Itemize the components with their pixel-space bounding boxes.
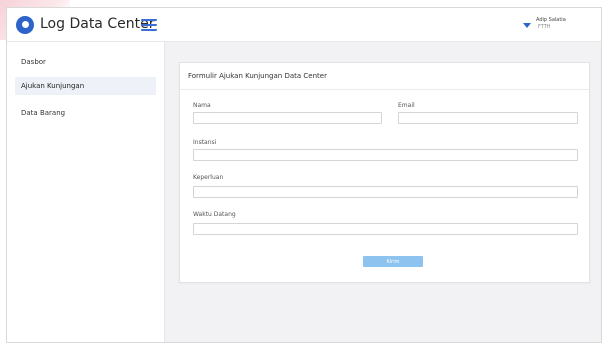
nama-label: Nama	[193, 102, 211, 109]
card-divider	[180, 89, 589, 90]
sidebar-item-data-barang[interactable]: Data Barang	[15, 104, 156, 122]
submit-button[interactable]: Kirim	[363, 256, 423, 267]
app-window: Log Data Center Adip Salatia FTTH Dasbor…	[6, 7, 602, 343]
email-input[interactable]	[398, 112, 578, 124]
user-name[interactable]: Adip Salatia	[536, 17, 566, 23]
email-label: Email	[398, 102, 415, 109]
instansi-input[interactable]	[193, 149, 578, 161]
hamburger-line	[141, 29, 157, 31]
sidebar: Dasbor Ajukan Kunjungan Data Barang	[7, 42, 165, 342]
hamburger-menu-icon[interactable]	[141, 19, 157, 31]
logo-icon[interactable]	[16, 16, 34, 34]
form-title: Formulir Ajukan Kunjungan Data Center	[188, 72, 327, 80]
waktu-datang-label: Waktu Datang	[193, 211, 236, 218]
hamburger-line	[141, 19, 157, 21]
brand-title[interactable]: Log Data Center	[40, 16, 154, 32]
hamburger-line	[141, 24, 157, 26]
visit-request-form-card: Formulir Ajukan Kunjungan Data Center Na…	[179, 62, 590, 283]
sidebar-item-dasbor[interactable]: Dasbor	[15, 53, 156, 71]
instansi-label: Instansi	[193, 139, 217, 146]
waktu-datang-input[interactable]	[193, 223, 578, 235]
user-role: FTTH	[538, 24, 551, 30]
sidebar-item-ajukan-kunjungan[interactable]: Ajukan Kunjungan	[15, 77, 156, 95]
nama-input[interactable]	[193, 112, 382, 124]
top-navbar: Log Data Center Adip Salatia FTTH	[7, 8, 601, 42]
keperluan-label: Keperluan	[193, 174, 224, 181]
caret-down-icon[interactable]	[523, 23, 531, 28]
keperluan-input[interactable]	[193, 186, 578, 198]
